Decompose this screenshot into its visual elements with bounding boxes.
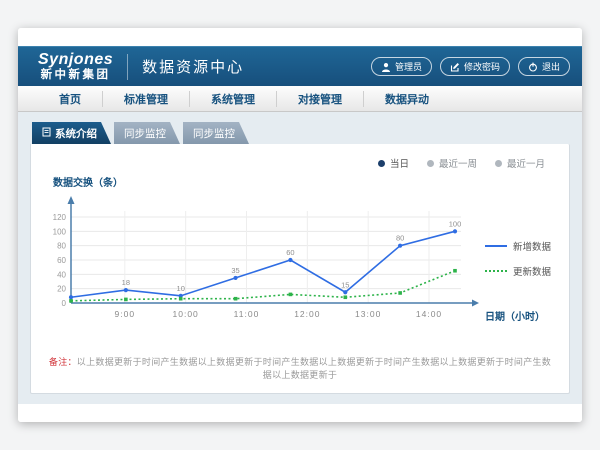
header-divider	[127, 54, 128, 80]
radio-today[interactable]: 当日	[378, 156, 409, 170]
chart-point	[179, 297, 183, 301]
page-title: 数据资源中心	[142, 56, 244, 77]
chart-point	[343, 290, 347, 294]
time-range-filter: 当日 最近一周 最近一月	[45, 156, 545, 170]
chart-row: 0 20 40 60 80 100 120 9:00 10:00 11:00 12:00 13:00 1…	[45, 191, 555, 333]
chart-point	[453, 229, 457, 233]
y-tick-label: 120	[53, 213, 67, 222]
x-axis-title: 日期（小时）	[485, 308, 555, 323]
y-tick-label: 80	[57, 242, 66, 251]
legend-label: 新增数据	[513, 239, 551, 253]
x-tick-label: 9:00	[115, 309, 136, 319]
y-tick-label: 60	[57, 256, 66, 265]
x-tick-label: 13:00	[355, 309, 381, 319]
chart-point	[69, 299, 73, 303]
content-area: 系统介绍 同步监控 同步监控 当日 最近一周	[18, 112, 582, 404]
main-nav: 首页 标准管理 系统管理 对接管理 数据异动	[18, 86, 582, 112]
logout-button[interactable]: 退出	[518, 57, 570, 76]
tab-label: 同步监控	[124, 126, 166, 141]
current-user-label: 管理员	[395, 60, 422, 73]
nav-item-system[interactable]: 系统管理	[189, 91, 276, 107]
radio-label: 最近一月	[507, 156, 545, 170]
point-value-label: 10	[177, 284, 185, 293]
chart-point	[453, 269, 457, 273]
legend-label: 更新数据	[513, 264, 551, 278]
chart-point	[289, 293, 293, 297]
chart-point	[288, 258, 292, 262]
legend-item-updated-data[interactable]: 更新数据	[485, 264, 555, 278]
y-tick-label: 40	[57, 270, 66, 279]
x-tick-label: 11:00	[234, 309, 260, 319]
power-icon	[528, 62, 538, 72]
nav-item-integration[interactable]: 对接管理	[276, 91, 363, 107]
chart-point	[69, 295, 73, 299]
window-top-strip	[18, 28, 582, 46]
y-tick-label: 100	[53, 227, 67, 236]
y-axis-arrow-icon	[68, 196, 75, 204]
chart-point	[398, 291, 402, 295]
radio-dot-icon	[427, 160, 434, 167]
footnote-text: 以上数据更新于时间产生数据以上数据更新于时间产生数据以上数据更新于时间产生数据以…	[77, 357, 551, 380]
window-bottom-strip	[18, 404, 582, 422]
point-value-label: 35	[231, 266, 239, 275]
tab-bar: 系统介绍 同步监控 同步监控	[32, 122, 570, 144]
radio-last-month[interactable]: 最近一月	[495, 156, 545, 170]
x-tick-label: 14:00	[416, 309, 442, 319]
footnote-label: 备注：	[49, 357, 77, 367]
app-header: Synjones 新中新集团 数据资源中心 管理员 修改密码	[18, 46, 582, 86]
point-value-label: 100	[449, 219, 462, 228]
logo-wordmark: Synjones	[38, 52, 113, 69]
radio-dot-icon	[378, 160, 385, 167]
chart-point	[398, 244, 402, 248]
tab-sync-monitor-1[interactable]: 同步监控	[114, 122, 180, 144]
x-tick-label: 12:00	[294, 309, 320, 319]
legend-line-sample	[485, 270, 507, 272]
nav-item-data-change[interactable]: 数据异动	[363, 91, 450, 107]
point-value-label: 80	[396, 234, 404, 243]
chart-point	[124, 298, 128, 302]
app-window: Synjones 新中新集团 数据资源中心 管理员 修改密码	[18, 28, 582, 422]
point-value-label: 15	[341, 280, 349, 289]
tab-label: 同步监控	[193, 126, 235, 141]
user-icon	[381, 62, 391, 72]
edit-icon	[450, 62, 460, 72]
radio-label: 最近一周	[439, 156, 477, 170]
point-value-label: 60	[286, 248, 294, 257]
logout-label: 退出	[542, 60, 560, 73]
legend-item-new-data[interactable]: 新增数据	[485, 239, 555, 253]
x-tick-label: 10:00	[173, 309, 199, 319]
chart-panel: 当日 最近一周 最近一月 数据交换（条） 0 20 40 60 80 100 120 9:00…	[30, 144, 570, 394]
logo-company-name: 新中新集团	[41, 69, 111, 81]
nav-item-home[interactable]: 首页	[38, 91, 102, 107]
chart-point	[234, 297, 238, 301]
tab-system-intro[interactable]: 系统介绍	[32, 122, 111, 144]
y-axis-title: 数据交换（条）	[53, 174, 555, 189]
radio-last-week[interactable]: 最近一周	[427, 156, 477, 170]
company-logo: Synjones 新中新集团	[38, 52, 113, 81]
chart-point	[124, 288, 128, 292]
header-actions: 管理员 修改密码 退出	[371, 57, 570, 76]
point-value-label: 18	[122, 278, 130, 287]
chart-legend: 新增数据 更新数据 日期（小时）	[485, 191, 555, 333]
chart-point	[343, 295, 347, 299]
radio-dot-icon	[495, 160, 502, 167]
x-axis-arrow-icon	[472, 300, 479, 307]
document-icon	[42, 127, 51, 140]
radio-label: 当日	[390, 156, 409, 170]
desktop-background: Synjones 新中新集团 数据资源中心 管理员 修改密码	[0, 0, 600, 450]
chart-point	[233, 276, 237, 280]
change-password-label: 修改密码	[464, 60, 500, 73]
legend-line-sample	[485, 245, 507, 247]
footnote: 备注：以上数据更新于时间产生数据以上数据更新于时间产生数据以上数据更新于时间产生…	[45, 355, 555, 381]
line-chart: 0 20 40 60 80 100 120 9:00 10:00 11:00 12:00 13:00 1…	[45, 191, 485, 333]
y-tick-label: 20	[57, 285, 66, 294]
y-tick-label: 0	[62, 299, 67, 308]
current-user-button[interactable]: 管理员	[371, 57, 432, 76]
nav-item-standards[interactable]: 标准管理	[102, 91, 189, 107]
change-password-button[interactable]: 修改密码	[440, 57, 510, 76]
tab-sync-monitor-2[interactable]: 同步监控	[183, 122, 249, 144]
tab-label: 系统介绍	[55, 126, 97, 141]
